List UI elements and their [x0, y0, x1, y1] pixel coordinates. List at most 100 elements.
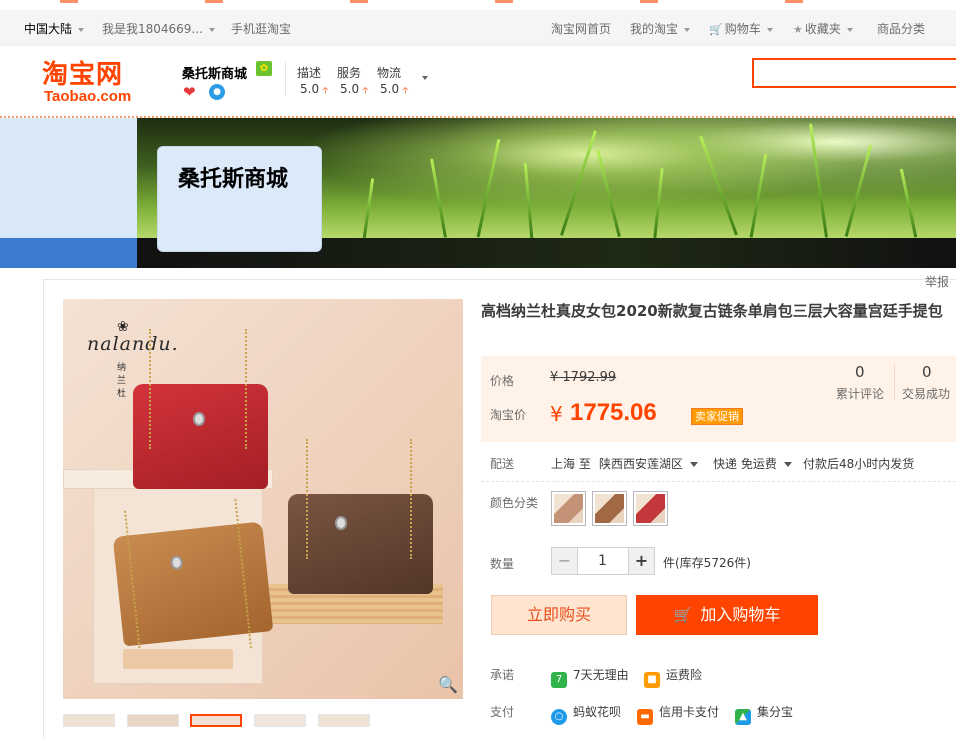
taobao-logo-en[interactable]: Taobao.com: [44, 88, 131, 105]
brand-name-en: nalandu.: [87, 333, 179, 355]
section-divider: [481, 481, 956, 482]
arrow-up-icon: 🡡: [402, 86, 409, 96]
mobile-taobao-link[interactable]: 手机逛淘宝: [231, 20, 291, 37]
ratings-expand-icon[interactable]: [422, 76, 428, 80]
reviews-label[interactable]: 累计评论: [836, 385, 884, 402]
chevron-down-icon: [208, 27, 215, 32]
promise-shipping-insurance[interactable]: ■ 运费险: [644, 666, 702, 688]
rating-value-description: 5.0 🡡: [300, 82, 329, 99]
rating-value-service: 5.0 🡡: [340, 82, 369, 99]
thumbnail[interactable]: [127, 714, 179, 727]
taobao-logo[interactable]: 淘宝网: [42, 54, 123, 91]
payment-huabei[interactable]: ○ 蚂蚁花呗: [551, 703, 621, 725]
my-taobao-menu[interactable]: 我的淘宝: [630, 20, 691, 37]
categories-link[interactable]: 商品分类: [877, 20, 925, 37]
sku-option[interactable]: [633, 491, 668, 526]
destination-label: 陕西西安莲湖区: [599, 457, 684, 471]
payment-credit-card[interactable]: ▬ 信用卡支付: [637, 703, 719, 725]
favorites-menu[interactable]: ★ 收藏夹: [793, 20, 853, 37]
search-box[interactable]: [752, 58, 956, 88]
cart-icon: 🛒: [709, 23, 723, 36]
payment-text: 信用卡支付: [659, 705, 720, 719]
color-label: 颜色分类: [490, 496, 539, 510]
star-icon: ★: [793, 23, 803, 36]
rating-number: 5.0: [340, 82, 360, 96]
top-ribbon: [0, 0, 956, 10]
shipping-method[interactable]: 快递 免运费: [713, 455, 792, 472]
site-nav-bar: 中国大陆 我是我1804669... 手机逛淘宝 淘宝网首页 我的淘宝 🛒 购物车…: [0, 0, 956, 46]
heart-icon: ❤: [183, 83, 196, 101]
insurance-icon: ■: [644, 672, 660, 688]
promise-label: 承诺: [490, 668, 515, 682]
current-price: 1775.06: [570, 399, 657, 426]
reviews-count[interactable]: 0: [855, 363, 865, 381]
chevron-down-icon: [766, 27, 773, 32]
promise-seven-day[interactable]: 7 7天无理由: [551, 666, 629, 688]
shipping-label: 配送: [490, 457, 515, 471]
product-main-image[interactable]: ❀ nalandu. 纳兰杜: [63, 299, 463, 699]
rating-value-logistics: 5.0 🡡: [380, 82, 409, 99]
search-input[interactable]: [754, 60, 956, 86]
thumbnail[interactable]: [318, 714, 370, 727]
shipping-promise: 付款后48小时内发货: [803, 457, 915, 471]
red-bag: [133, 329, 268, 489]
sales-label: 交易成功: [902, 387, 951, 401]
quantity-label: 数量: [490, 557, 515, 571]
promise-text: 运费险: [666, 668, 703, 682]
cart-icon: 🛒: [673, 606, 693, 624]
region-selector[interactable]: 中国大陆: [24, 20, 85, 37]
arrow-up-icon: 🡡: [362, 86, 369, 96]
user-menu[interactable]: 我是我1804669...: [102, 20, 215, 37]
chevron-down-icon: [78, 27, 85, 32]
quantity-input[interactable]: 1: [577, 547, 628, 575]
shop-name-link[interactable]: 桑托斯商城: [182, 63, 247, 82]
wood-base: [123, 649, 233, 669]
product-title: 高档纳兰杜真皮女包2020新款复古链条单肩包三层大容量宫廷手提包: [481, 302, 943, 320]
taobao-home-link[interactable]: 淘宝网首页: [551, 20, 611, 37]
rating-label-logistics: 物流: [377, 66, 402, 80]
shop-banner: 桑托斯商城: [0, 118, 956, 268]
zoom-icon[interactable]: 🔍: [438, 675, 458, 694]
stat-divider: [894, 363, 895, 399]
buy-now-button[interactable]: 立即购买: [491, 595, 627, 635]
brown-bag: [288, 439, 433, 594]
shop-badge-icon: ✿: [256, 61, 272, 76]
wangwang-chat-icon[interactable]: ●: [209, 84, 225, 100]
region-label: 中国大陆: [24, 22, 73, 36]
payment-text: 蚂蚁花呗: [573, 705, 622, 719]
brand-name-cn: 纳兰杜: [117, 363, 127, 399]
chevron-down-icon: [846, 27, 853, 32]
shop-header: 淘宝网 Taobao.com 桑托斯商城 ✿ ❤ ● 描述 5.0 🡡 服务 5.…: [0, 46, 956, 117]
huabei-icon: ○: [551, 709, 567, 725]
quantity-increase-button[interactable]: +: [628, 547, 655, 575]
add-to-cart-label: 加入购物车: [700, 605, 781, 624]
sku-swatch: [636, 494, 665, 523]
stock-info: 件(库存5726件): [663, 556, 751, 570]
rating-label-description: 描述: [297, 66, 322, 80]
report-link[interactable]: 举报: [925, 273, 949, 290]
banner-left-bar: [0, 238, 137, 268]
promise-text: 7天无理由: [573, 668, 629, 682]
user-name: 我是我1804669...: [102, 22, 203, 36]
chevron-down-icon: [690, 462, 699, 467]
thumbnail-active[interactable]: [190, 714, 242, 727]
thumbnail[interactable]: [254, 714, 306, 727]
shipping-destination[interactable]: 陕西西安莲湖区: [599, 455, 699, 472]
favorites-label: 收藏夹: [804, 22, 841, 36]
price-label: 价格: [490, 374, 515, 388]
cart-menu[interactable]: 🛒 购物车: [709, 20, 773, 37]
add-to-cart-button[interactable]: 🛒 加入购物车: [636, 595, 818, 635]
sku-swatch: [554, 494, 583, 523]
payment-jifenbao[interactable]: ▲ 集分宝: [735, 703, 793, 725]
my-taobao-label: 我的淘宝: [630, 22, 679, 36]
chevron-down-icon: [783, 462, 792, 467]
sku-option[interactable]: [551, 491, 586, 526]
sku-swatch: [595, 494, 624, 523]
quantity-decrease-button[interactable]: −: [551, 547, 578, 575]
banner-shop-card[interactable]: 桑托斯商城: [157, 146, 322, 252]
seven-day-icon: 7: [551, 672, 567, 688]
banner-shop-title: 桑托斯商城: [178, 167, 289, 192]
thumbnail[interactable]: [63, 714, 115, 727]
cart-label: 购物车: [724, 22, 761, 36]
sku-option[interactable]: [592, 491, 627, 526]
